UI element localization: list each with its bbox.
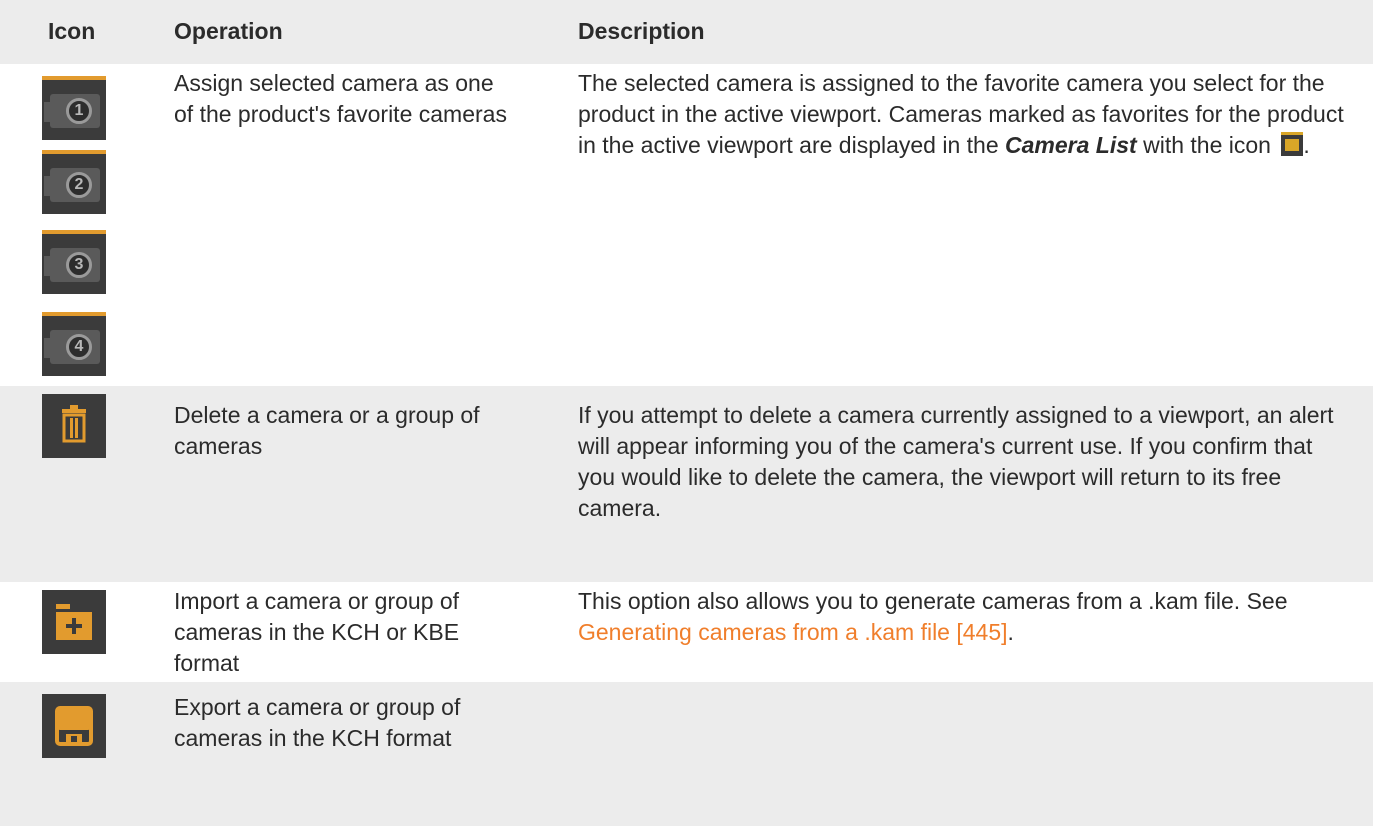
import-folder-icon[interactable] [42, 590, 106, 654]
table-row-favorite-cameras: 1 2 3 4 Assign selected camera as one of… [0, 64, 1373, 386]
table-header-row: Icon Operation Description [0, 0, 1373, 64]
header-description: Description [578, 18, 705, 44]
favorite-camera-4-icon[interactable]: 4 [42, 312, 106, 376]
favorite-camera-2-icon[interactable]: 2 [42, 150, 106, 214]
description-text: If you attempt to delete a camera curren… [578, 402, 1334, 521]
table-row-delete: Delete a camera or a group of cameras If… [0, 386, 1373, 582]
description-text: This option also allows you to generate … [578, 586, 1358, 648]
table-row-import: Import a camera or group of cameras in t… [0, 582, 1373, 682]
description-text: The selected camera is assigned to the f… [578, 68, 1348, 161]
trash-icon[interactable] [42, 394, 106, 458]
description-end: . [1303, 132, 1310, 158]
header-icon: Icon [48, 18, 96, 44]
favorite-camera-1-icon[interactable]: 1 [42, 76, 106, 140]
operation-text: Delete a camera or a group of cameras [174, 402, 480, 459]
operation-text: Assign selected camera as one of the pro… [174, 70, 507, 127]
camera-list-emphasis: Camera List [1005, 132, 1137, 158]
description-suffix: . [1007, 619, 1014, 645]
generating-cameras-link[interactable]: Generating cameras from a .kam file [445… [578, 619, 1008, 645]
table-row-export: Export a camera or group of cameras in t… [0, 682, 1373, 826]
operation-text: Import a camera or group of cameras in t… [174, 588, 460, 676]
camera-number: 4 [66, 334, 92, 360]
header-operation: Operation [174, 18, 283, 44]
description-suffix: with the icon [1136, 132, 1271, 158]
export-save-icon[interactable] [42, 694, 106, 758]
camera-number: 1 [66, 98, 92, 124]
camera-number: 2 [66, 172, 92, 198]
favorite-camera-3-icon[interactable]: 3 [42, 230, 106, 294]
camera-number: 3 [66, 252, 92, 278]
description-prefix: This option also allows you to generate … [578, 588, 1288, 614]
operation-text: Export a camera or group of cameras in t… [174, 694, 461, 751]
favorite-marker-icon [1281, 132, 1304, 156]
